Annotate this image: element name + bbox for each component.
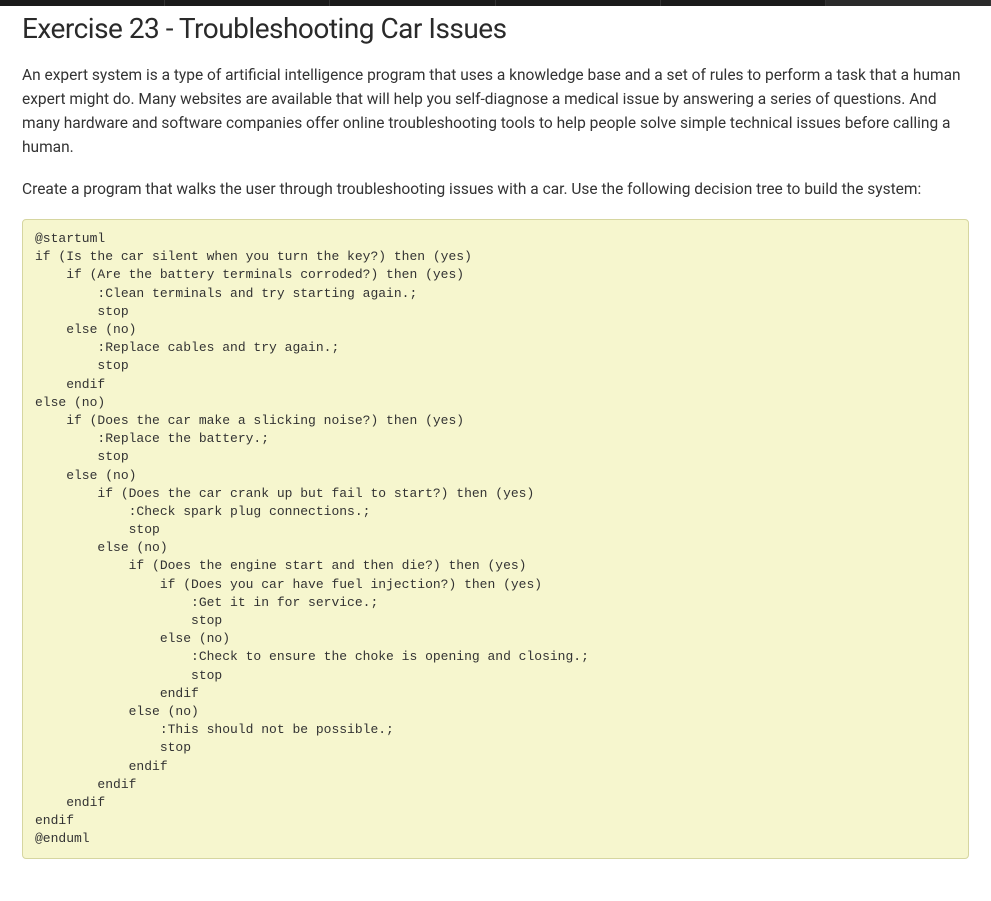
nav-segment bbox=[496, 0, 661, 6]
nav-segment bbox=[661, 0, 826, 6]
nav-segment bbox=[826, 0, 991, 6]
main-content: Exercise 23 - Troubleshooting Car Issues… bbox=[0, 12, 991, 901]
nav-segment bbox=[0, 0, 165, 6]
intro-paragraph-2: Create a program that walks the user thr… bbox=[22, 177, 969, 201]
page-title: Exercise 23 - Troubleshooting Car Issues bbox=[22, 12, 969, 45]
code-block: @startuml if (Is the car silent when you… bbox=[22, 219, 969, 859]
nav-segment bbox=[330, 0, 495, 6]
nav-segment bbox=[165, 0, 330, 6]
top-nav-bar bbox=[0, 0, 991, 6]
intro-paragraph-1: An expert system is a type of artificial… bbox=[22, 63, 969, 159]
